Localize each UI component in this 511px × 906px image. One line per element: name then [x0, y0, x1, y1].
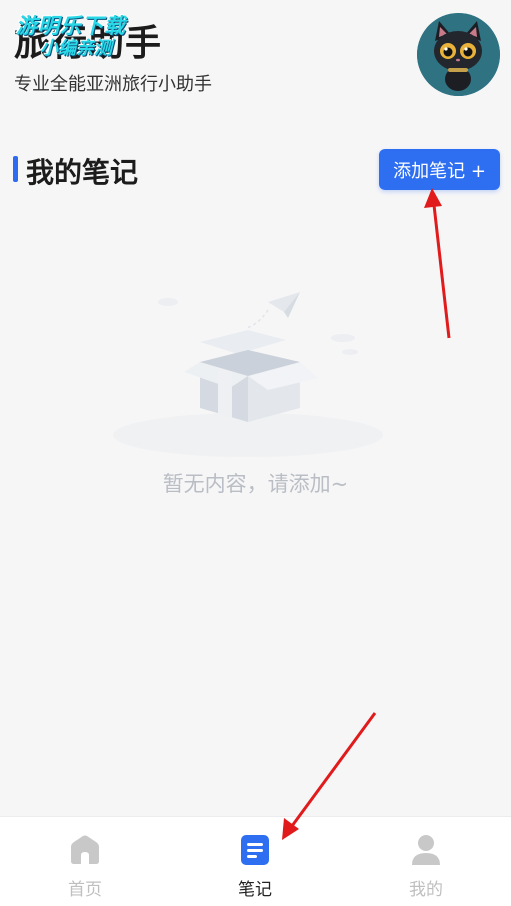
- cat-avatar-icon: [417, 13, 500, 96]
- tab-label: 我的: [409, 880, 443, 900]
- avatar[interactable]: [417, 13, 500, 96]
- user-icon: [412, 835, 440, 865]
- notes-section-header: 我的笔记 添加笔记 +: [0, 140, 511, 200]
- tab-notes[interactable]: 笔记: [170, 817, 340, 906]
- header: 旅行助手 游明乐下载 小编亲测 专业全能亚洲旅行小助手: [0, 0, 511, 120]
- watermark: 游明乐下载 小编亲测: [16, 10, 156, 66]
- empty-state-text: 暂无内容，请添加~: [162, 472, 349, 496]
- notes-icon: [241, 835, 269, 865]
- tab-home[interactable]: 首页: [0, 817, 170, 906]
- section-accent-bar: [13, 156, 18, 182]
- section-title: 我的笔记: [26, 156, 139, 189]
- arrow-to-add-button: [424, 188, 451, 339]
- tab-profile[interactable]: 我的: [341, 817, 511, 906]
- home-icon: [71, 835, 99, 864]
- tab-label: 首页: [68, 880, 102, 900]
- tab-label: 笔记: [238, 880, 272, 900]
- watermark-text-2: 小编亲测: [40, 38, 112, 59]
- empty-box-illustration: [108, 270, 408, 470]
- app-subtitle: 专业全能亚洲旅行小助手: [14, 74, 212, 95]
- bottom-tab-bar: 首页 笔记 我的: [0, 816, 511, 906]
- add-note-button[interactable]: 添加笔记 +: [379, 149, 500, 190]
